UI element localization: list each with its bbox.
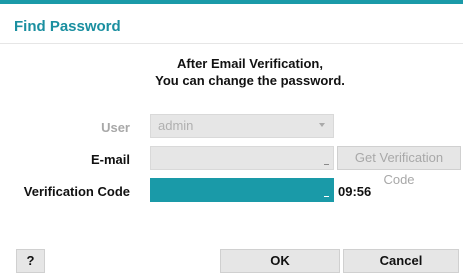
- user-label: User: [101, 120, 130, 135]
- find-password-dialog: Find Password After Email Verification, …: [0, 0, 463, 276]
- title-divider: [0, 43, 463, 44]
- user-select: admin: [150, 114, 334, 138]
- help-button[interactable]: ?: [16, 249, 45, 273]
- text-cursor-icon: [324, 196, 329, 197]
- chevron-down-icon: [319, 123, 325, 127]
- get-verification-code-button[interactable]: Get Verification Code: [337, 146, 461, 187]
- dialog-title: Find Password: [14, 18, 121, 35]
- verification-code-label: Verification Code: [23, 184, 130, 199]
- user-select-value: admin: [158, 118, 194, 133]
- instruction-message: After Email Verification, You can change…: [120, 55, 380, 89]
- ok-button[interactable]: OK: [220, 249, 340, 273]
- instruction-line-1: After Email Verification,: [177, 56, 323, 71]
- verification-timer: 09:56: [338, 184, 372, 199]
- email-label: E-mail: [90, 152, 130, 167]
- text-cursor-icon: [324, 164, 329, 165]
- cancel-button[interactable]: Cancel: [343, 249, 459, 273]
- instruction-line-2: You can change the password.: [155, 73, 345, 88]
- email-field[interactable]: [150, 146, 334, 170]
- verification-code-field[interactable]: [150, 178, 334, 202]
